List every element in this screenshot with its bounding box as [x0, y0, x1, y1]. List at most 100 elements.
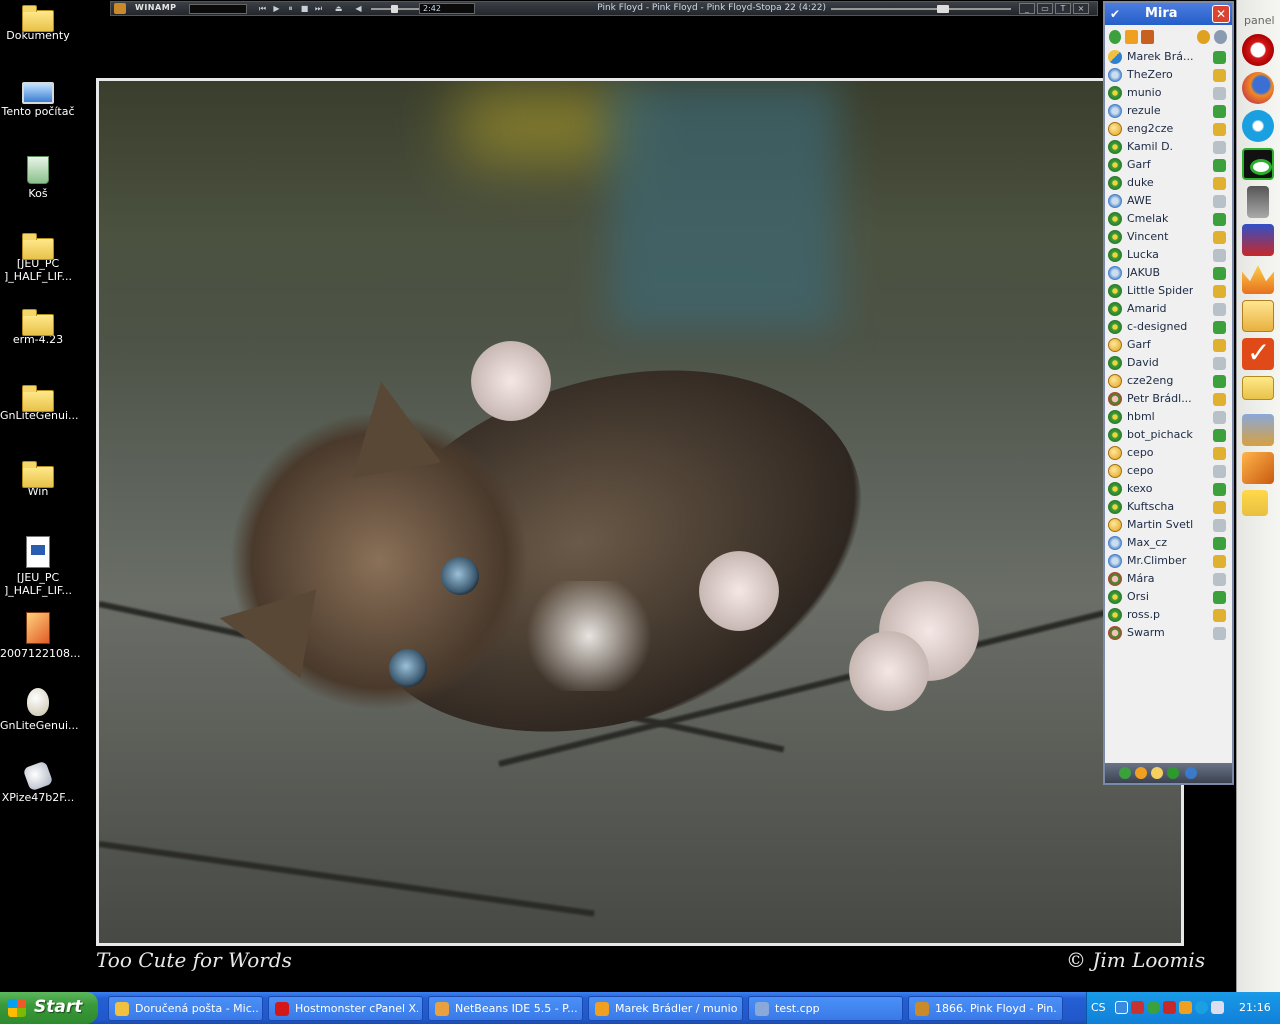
notepad-icon[interactable]: [1242, 300, 1274, 332]
gear-icon[interactable]: [1214, 30, 1227, 44]
box-icon[interactable]: [1242, 452, 1274, 484]
taskbar-button[interactable]: Doručená pošta - Mic...: [108, 996, 263, 1021]
contact-item[interactable]: Swarm: [1105, 624, 1232, 642]
contact-item[interactable]: hbml: [1105, 408, 1232, 426]
taskbar-button[interactable]: NetBeans IDE 5.5 - P...: [428, 996, 583, 1021]
play-icon[interactable]: ▶: [271, 3, 282, 14]
icq-status-icon[interactable]: [1119, 767, 1131, 779]
minimize-icon[interactable]: _: [1019, 3, 1035, 14]
contact-item[interactable]: AWE: [1105, 192, 1232, 210]
shield-icon[interactable]: [1131, 1001, 1144, 1014]
contact-item[interactable]: Mr.Climber: [1105, 552, 1232, 570]
skype-tray-icon[interactable]: [1195, 1001, 1208, 1014]
protocol-status-row[interactable]: [1107, 29, 1231, 45]
crown-icon[interactable]: [1242, 265, 1274, 294]
contact-item[interactable]: cepo: [1105, 462, 1232, 480]
contact-item[interactable]: Lucka: [1105, 246, 1232, 264]
contact-item[interactable]: kexo: [1105, 480, 1232, 498]
next-icon[interactable]: ⏭: [313, 3, 324, 14]
contact-item[interactable]: Marek Brá...: [1105, 48, 1232, 66]
contact-item[interactable]: cze2eng: [1105, 372, 1232, 390]
taskbar-button[interactable]: Hostmonster cPanel X...: [268, 996, 423, 1021]
contact-item[interactable]: munio: [1105, 84, 1232, 102]
seek-slider-knob[interactable]: [937, 5, 950, 13]
contact-item[interactable]: Max_cz: [1105, 534, 1232, 552]
contact-item[interactable]: JAKUB: [1105, 264, 1232, 282]
contact-item[interactable]: Martin Svetlik: [1105, 516, 1232, 534]
contact-item[interactable]: David: [1105, 354, 1232, 372]
contact-item[interactable]: TheZero: [1105, 66, 1232, 84]
desktop-icon[interactable]: XPize47b2F...: [0, 760, 76, 804]
contact-item[interactable]: Mára: [1105, 570, 1232, 588]
contact-item[interactable]: Cmelak: [1105, 210, 1232, 228]
desktop-icon[interactable]: GnLiteGenui...: [0, 688, 79, 732]
taskbar-button[interactable]: 1866. Pink Floyd - Pin...: [908, 996, 1063, 1021]
status-bar[interactable]: [1105, 763, 1232, 783]
desktop-icon[interactable]: erm-4.23: [0, 308, 76, 346]
user-status-icon[interactable]: [1109, 30, 1121, 44]
sound-icon[interactable]: [1141, 30, 1154, 44]
language-indicator[interactable]: CS: [1091, 1001, 1106, 1014]
contact-item[interactable]: duke: [1105, 174, 1232, 192]
taskbar-button[interactable]: Marek Brádler / munio...: [588, 996, 743, 1021]
desktop-icon[interactable]: Win: [0, 460, 76, 498]
contact-item[interactable]: Garf: [1105, 336, 1232, 354]
seek-track[interactable]: [831, 8, 1011, 10]
desktop-icon[interactable]: Dokumenty: [0, 4, 76, 42]
contact-item[interactable]: Little Spider: [1105, 282, 1232, 300]
pin-icon[interactable]: T: [1055, 3, 1071, 14]
contact-item[interactable]: Garf: [1105, 156, 1232, 174]
antivirus-icon[interactable]: [1163, 1001, 1176, 1014]
contact-item[interactable]: Petr Brádl...: [1105, 390, 1232, 408]
contact-item[interactable]: c-designed: [1105, 318, 1232, 336]
shade-icon[interactable]: ▭: [1037, 3, 1053, 14]
jabber-status-icon[interactable]: [1135, 767, 1147, 779]
gg-status-icon[interactable]: [1167, 767, 1179, 779]
desktop-icon[interactable]: [JEU_PC ]_HALF_LIF...: [0, 536, 76, 597]
chevron-down-icon[interactable]: ✔: [1110, 7, 1124, 21]
winamp-window[interactable]: WINAMP ⏮ ▶ ⏸ ■ ⏭ ⏏ ◀ 2:42 Pink Floyd - P…: [110, 1, 1098, 16]
contact-item[interactable]: Orsi: [1105, 588, 1232, 606]
close-button[interactable]: ✕: [1212, 5, 1230, 23]
opera-icon[interactable]: [1242, 34, 1274, 66]
folder-icon[interactable]: [1242, 376, 1274, 400]
firefox-icon[interactable]: [1242, 72, 1274, 104]
close-icon[interactable]: ×: [1073, 3, 1089, 14]
network-icon[interactable]: [1115, 1001, 1128, 1014]
icq-tray-icon[interactable]: [1147, 1001, 1160, 1014]
contact-list[interactable]: Marek Brá... TheZero munio rezule eng2cze Kam…: [1105, 48, 1232, 642]
desktop-icon[interactable]: Koš: [0, 156, 76, 200]
contact-item[interactable]: Kuftscha: [1105, 498, 1232, 516]
desktop-icon[interactable]: 2007122108...: [0, 612, 80, 660]
eye-monitor-icon[interactable]: [1242, 148, 1274, 180]
flash-drive-icon[interactable]: [1247, 186, 1269, 218]
msn-status-icon[interactable]: [1151, 767, 1163, 779]
contact-item[interactable]: Kamil D.: [1105, 138, 1232, 156]
start-button[interactable]: Start: [0, 992, 98, 1024]
music-icon[interactable]: [1125, 30, 1138, 44]
jabber-tray-icon[interactable]: [1179, 1001, 1192, 1014]
contact-item[interactable]: bot_pichacky: [1105, 426, 1232, 444]
keys-icon[interactable]: [1242, 414, 1274, 446]
miranda-contact-list[interactable]: ✔ Mira ✕ Marek Brá... TheZero munio rezule e…: [1103, 1, 1234, 785]
floppy-save-icon[interactable]: [1242, 224, 1274, 256]
contact-item[interactable]: Vincent: [1105, 228, 1232, 246]
contact-item[interactable]: Amarid: [1105, 300, 1232, 318]
tree-icon[interactable]: [1242, 490, 1268, 516]
volume-slider-knob[interactable]: [391, 5, 399, 13]
checkmark-icon[interactable]: [1242, 336, 1274, 370]
contact-item[interactable]: ross.p: [1105, 606, 1232, 624]
skype-icon[interactable]: [1242, 110, 1274, 142]
contact-item[interactable]: cepo: [1105, 444, 1232, 462]
volume-icon[interactable]: [1211, 1001, 1224, 1014]
stop-icon[interactable]: ■: [299, 3, 310, 14]
desktop-icon[interactable]: [JEU_PC ]_HALF_LIF...: [0, 232, 76, 283]
contact-item[interactable]: rezule: [1105, 102, 1232, 120]
desktop-icon[interactable]: GnLiteGenui...: [0, 384, 79, 422]
pause-icon[interactable]: ⏸: [285, 3, 296, 14]
eject-icon[interactable]: ⏏: [333, 3, 344, 14]
miranda-titlebar[interactable]: ✔ Mira ✕: [1105, 3, 1232, 25]
visualizer[interactable]: [189, 4, 247, 14]
contact-item[interactable]: eng2cze: [1105, 120, 1232, 138]
taskbar-button[interactable]: test.cpp: [748, 996, 903, 1021]
